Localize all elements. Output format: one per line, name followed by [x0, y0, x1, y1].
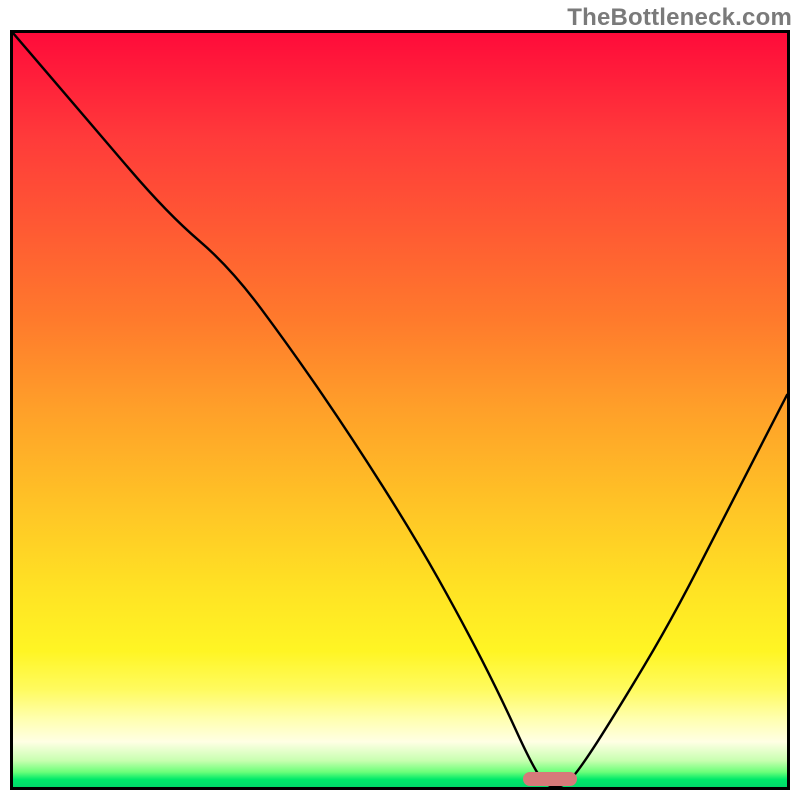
bottleneck-curve-path	[13, 33, 787, 787]
bottleneck-chart: TheBottleneck.com	[0, 0, 800, 800]
plot-frame	[10, 30, 790, 790]
curve-svg	[13, 33, 787, 787]
watermark-text: TheBottleneck.com	[567, 4, 792, 32]
minimum-marker	[523, 772, 577, 786]
